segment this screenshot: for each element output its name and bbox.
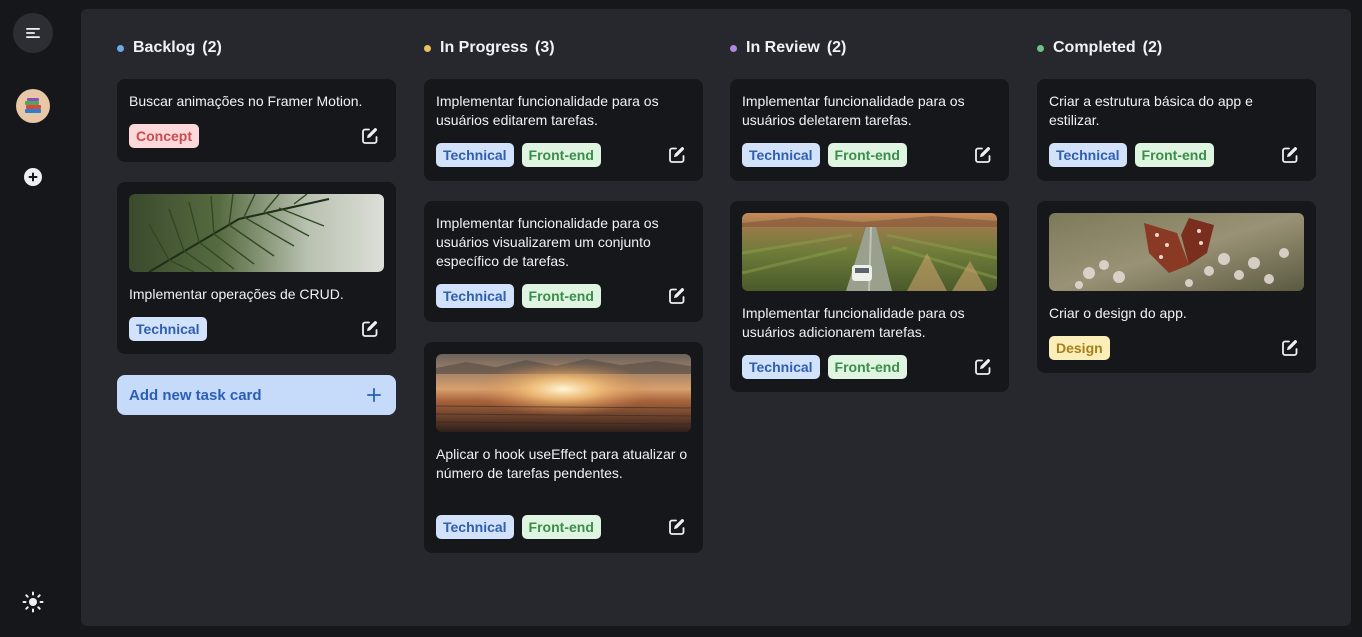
tag: Front-end: [1134, 143, 1214, 167]
add-task-card-label: Add new task card: [129, 386, 262, 404]
tag: Technical: [436, 284, 514, 308]
tag: Design: [1049, 336, 1110, 360]
column-header: In Review (2): [730, 37, 846, 59]
tag-list: Technical Front-end: [436, 515, 601, 539]
edit-icon: [975, 359, 991, 375]
tag: Front-end: [521, 284, 601, 308]
tag: Concept: [129, 124, 199, 148]
task-card[interactable]: Buscar animações no Framer Motion. Conce…: [117, 79, 396, 162]
task-title: Criar a estrutura básica do app e estili…: [1049, 93, 1253, 128]
edit-button[interactable]: [972, 144, 994, 166]
status-dot: [1037, 44, 1044, 52]
add-circle-icon: [24, 168, 42, 186]
column-header: Backlog (2): [117, 37, 222, 59]
tag: Technical: [436, 515, 514, 539]
tag: Technical: [1049, 143, 1127, 167]
tag-list: Technical: [129, 317, 207, 341]
column-title: Completed: [1053, 39, 1136, 56]
column-title: In Review: [746, 39, 820, 56]
add-task-card-button[interactable]: Add new task card: [117, 375, 396, 415]
column-header: Completed (2): [1037, 37, 1162, 59]
column-count: (2): [1142, 39, 1163, 56]
column-count: (2): [826, 39, 847, 56]
edit-icon: [1282, 340, 1298, 356]
status-dot: [730, 44, 737, 52]
tag-list: Technical Front-end: [742, 143, 907, 167]
plus-icon: [367, 388, 381, 402]
edit-button[interactable]: [666, 516, 688, 538]
card-image-butterfly-flowers: [1049, 213, 1304, 291]
task-card[interactable]: Aplicar o hook useEffect para atualizar …: [424, 342, 703, 553]
card-image-sunrise-sea: [436, 354, 691, 432]
column-count: (3): [535, 39, 555, 56]
edit-button[interactable]: [972, 356, 994, 378]
tag: Technical: [742, 355, 820, 379]
tag-list: Technical Front-end: [436, 284, 601, 308]
task-title: Criar o design do app.: [1049, 305, 1187, 321]
edit-icon: [669, 147, 685, 163]
tag: Front-end: [521, 143, 601, 167]
tag: Front-end: [521, 515, 601, 539]
status-dot: [117, 44, 124, 52]
tag-list: Design: [1049, 336, 1110, 360]
menu-icon: [26, 28, 40, 38]
tag: Technical: [129, 317, 207, 341]
books-avatar-icon: [25, 98, 41, 113]
task-card[interactable]: Criar a estrutura básica do app e estili…: [1037, 79, 1316, 181]
tag: Technical: [436, 143, 514, 167]
edit-button[interactable]: [359, 318, 381, 340]
edit-icon: [362, 321, 378, 337]
edit-icon: [362, 128, 378, 144]
add-board-button[interactable]: [13, 157, 53, 197]
card-image-pine-branch: [129, 194, 384, 272]
task-card[interactable]: Implementar funcionalidade para os usuár…: [424, 79, 703, 181]
tag: Front-end: [827, 143, 907, 167]
task-title: Implementar funcionalidade para os usuár…: [742, 305, 965, 340]
task-title: Implementar funcionalidade para os usuár…: [436, 93, 659, 128]
edit-button[interactable]: [1279, 337, 1301, 359]
tag-list: Concept: [129, 124, 199, 148]
card-image-van-on-road: [742, 213, 997, 291]
task-card[interactable]: Criar o design do app. Design: [1037, 201, 1316, 373]
task-card[interactable]: Implementar funcionalidade para os usuár…: [730, 79, 1009, 181]
column-header: In Progress (3): [424, 37, 555, 59]
tag: Front-end: [827, 355, 907, 379]
task-title: Aplicar o hook useEffect para atualizar …: [436, 446, 688, 481]
column-count: (2): [202, 39, 222, 56]
edit-button[interactable]: [1279, 144, 1301, 166]
sidebar: [0, 0, 66, 637]
tag-list: Technical Front-end: [436, 143, 601, 167]
task-card[interactable]: Implementar funcionalidade para os usuár…: [424, 201, 703, 322]
tag-list: Technical Front-end: [1049, 143, 1214, 167]
tag-list: Technical Front-end: [742, 355, 907, 379]
avatar[interactable]: [16, 89, 50, 123]
task-title: Implementar funcionalidade para os usuár…: [742, 93, 965, 128]
sun-icon: [22, 591, 44, 613]
task-title: Implementar funcionalidade para os usuár…: [436, 215, 659, 269]
status-dot: [424, 44, 431, 52]
edit-icon: [1282, 147, 1298, 163]
menu-toggle-button[interactable]: [13, 13, 53, 53]
kanban-board: Backlog (2) Buscar animações no Framer M…: [81, 9, 1351, 626]
tag: Technical: [742, 143, 820, 167]
edit-icon: [669, 519, 685, 535]
column-title: In Progress: [440, 39, 529, 56]
task-card[interactable]: Implementar operações de CRUD. Technical: [117, 182, 396, 354]
edit-button[interactable]: [666, 285, 688, 307]
task-title: Buscar animações no Framer Motion.: [129, 93, 363, 109]
task-card[interactable]: Implementar funcionalidade para os usuár…: [730, 201, 1009, 392]
edit-icon: [975, 147, 991, 163]
task-title: Implementar operações de CRUD.: [129, 286, 344, 302]
column-title: Backlog: [133, 39, 196, 56]
edit-icon: [669, 288, 685, 304]
edit-button[interactable]: [666, 144, 688, 166]
edit-button[interactable]: [359, 125, 381, 147]
theme-toggle-button[interactable]: [13, 582, 53, 622]
